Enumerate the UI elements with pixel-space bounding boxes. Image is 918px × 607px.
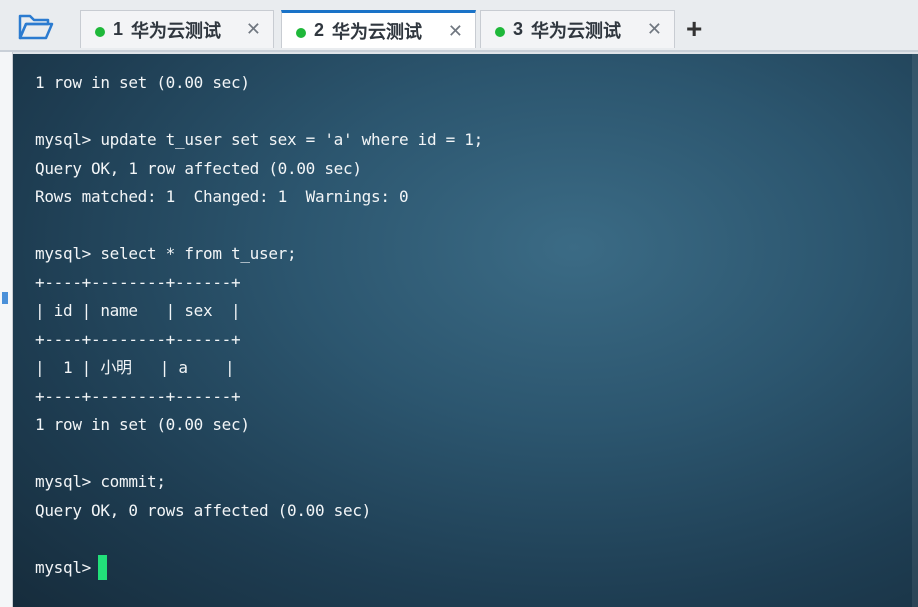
side-strip — [0, 52, 13, 607]
terminal-prompt: mysql> — [35, 558, 101, 577]
tab-number: 2 — [314, 20, 325, 40]
tab-3[interactable]: 3 华为云测试 ✕ — [480, 10, 675, 48]
tab-1[interactable]: 1 华为云测试 ✕ — [80, 10, 274, 48]
terminal-line: mysql> commit; — [35, 472, 166, 491]
status-dot — [495, 26, 505, 37]
close-icon[interactable]: ✕ — [647, 19, 662, 40]
terminal-line: +----+--------+------+ — [35, 273, 241, 292]
terminal-line: Query OK, 0 rows affected (0.00 sec) — [35, 501, 371, 520]
terminal-line: | id | name | sex | — [35, 301, 241, 320]
folder-icon[interactable] — [18, 12, 54, 42]
terminal-line: Rows matched: 1 Changed: 1 Warnings: 0 — [35, 187, 409, 206]
terminal-line: 1 row in set (0.00 sec) — [35, 415, 250, 434]
tab-title: 华为云测试 — [531, 20, 622, 41]
terminal-line: +----+--------+------+ — [35, 387, 241, 406]
status-dot — [296, 27, 306, 38]
tab-number: 3 — [513, 19, 524, 39]
scrollbar[interactable] — [912, 54, 918, 607]
terminal-line: | 1 | 小明 | a | — [35, 358, 235, 377]
terminal-line: mysql> select * from t_user; — [35, 244, 297, 263]
tab-title: 华为云测试 — [131, 20, 222, 41]
tab-title: 华为云测试 — [332, 21, 423, 42]
plus-icon[interactable]: + — [686, 13, 702, 45]
tab-2[interactable]: 2 华为云测试 ✕ — [281, 10, 476, 48]
terminal-line: Query OK, 1 row affected (0.00 sec) — [35, 159, 362, 178]
terminal-line: +----+--------+------+ — [35, 330, 241, 349]
close-icon[interactable]: ✕ — [246, 19, 261, 40]
status-dot — [95, 26, 105, 37]
tab-number: 1 — [113, 19, 124, 39]
terminal-pane[interactable]: 1 row in set (0.00 sec) mysql> update t_… — [13, 54, 918, 607]
tab-bar: 1 华为云测试 ✕ 2 华为云测试 ✕ 3 华为云测试 ✕ + — [0, 0, 918, 52]
terminal-line: 1 row in set (0.00 sec) — [35, 73, 250, 92]
terminal-cursor — [98, 555, 107, 580]
strip-marker — [2, 292, 8, 304]
terminal-line: mysql> update t_user set sex = 'a' where… — [35, 130, 483, 149]
close-icon[interactable]: ✕ — [448, 21, 463, 42]
